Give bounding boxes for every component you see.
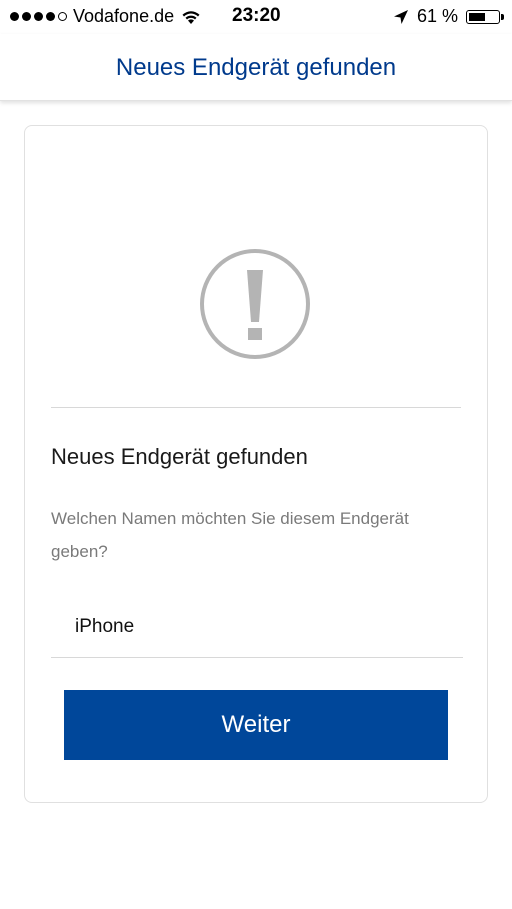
warning-circle-icon bbox=[200, 249, 310, 359]
battery-percent: 61 % bbox=[416, 6, 458, 26]
location-arrow-icon bbox=[393, 9, 408, 24]
battery-fill bbox=[469, 12, 485, 21]
card-heading: Neues Endgerät gefunden bbox=[51, 444, 308, 469]
continue-button[interactable]: Weiter bbox=[64, 690, 448, 760]
status-time: 23:20 bbox=[232, 5, 281, 26]
navigation-bar: Neues Endgerät gefunden bbox=[0, 34, 512, 101]
new-device-card: Neues Endgerät gefunden Welchen Namen mö… bbox=[24, 125, 488, 803]
divider bbox=[51, 407, 461, 408]
page-title: Neues Endgerät gefunden bbox=[115, 54, 397, 81]
status-bar: Vodafone.de 23:20 61 % bbox=[0, 0, 512, 34]
battery-icon bbox=[466, 9, 504, 24]
status-left: Vodafone.de bbox=[10, 6, 202, 27]
wifi-icon bbox=[182, 10, 200, 24]
card-description: Welchen Namen möchten Sie diesem Endgerä… bbox=[51, 509, 409, 561]
device-name-input[interactable] bbox=[51, 596, 463, 658]
battery-tip bbox=[501, 13, 504, 20]
carrier-name: Vodafone.de bbox=[73, 6, 175, 26]
status-right: 61 % bbox=[393, 6, 504, 27]
signal-strength-icon bbox=[10, 12, 67, 21]
